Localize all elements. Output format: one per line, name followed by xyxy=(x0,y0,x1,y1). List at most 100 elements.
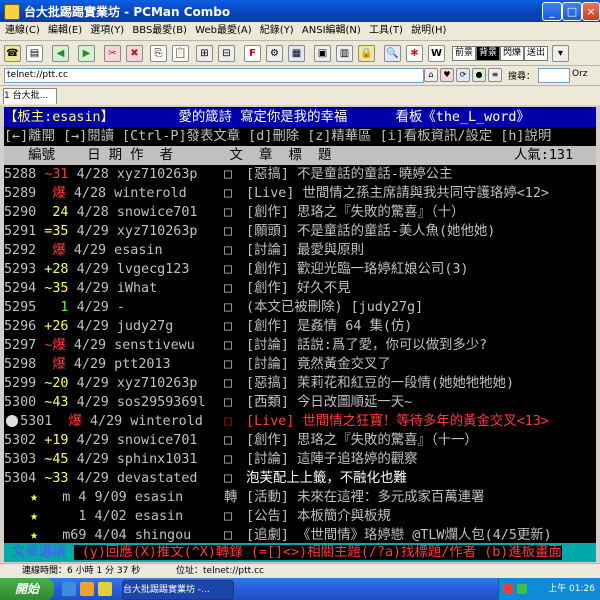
select-all-icon[interactable]: ⊞ xyxy=(196,45,213,62)
menu-ansi-edit[interactable]: ANSI編輯(N) xyxy=(302,22,361,40)
post-row-5294[interactable]: 5294 ~35 4/29 iWhat □ [創作] 好久不見 xyxy=(4,279,596,298)
connection-address: 位址：telnet://ptt.cc xyxy=(176,566,264,576)
stop-icon[interactable]: ✖ xyxy=(126,45,143,62)
board-name: 看板《the_L_word》 xyxy=(395,110,530,125)
flower-icon[interactable]: ✱ xyxy=(406,45,423,62)
post-row-5304[interactable]: 5304 ~33 4/29 devastated □ 泡芙配上上籤，不融化也難 xyxy=(4,469,596,488)
favorite-icon[interactable]: ♥ xyxy=(440,68,454,82)
disconnect-icon[interactable]: ✂ xyxy=(104,45,121,62)
grid-icon[interactable]: ▦ xyxy=(288,45,305,62)
forward-arrow-icon[interactable]: ▶ xyxy=(78,45,95,62)
footer-keys: (y)回應(X)推文(^X)轉錄 (=[]<>)相關主題(/?a)找標題/作者 … xyxy=(73,545,562,560)
back-arrow-icon[interactable]: ◀ xyxy=(52,45,69,62)
menu-tools[interactable]: 工具(T) xyxy=(369,22,403,40)
window-titlebar[interactable]: 台大批踢踢實業坊 - PCMan Combo _ □ × xyxy=(0,0,600,22)
board-moderator: 【板主:esasin】 xyxy=(4,110,114,125)
menu-list-icon[interactable]: ≡ xyxy=(488,68,502,82)
post-row-5302[interactable]: 5302 +19 4/29 snowice701 □ [創作] 思珞之『失敗的驚喜… xyxy=(4,431,596,450)
screen-icon[interactable]: ▣ xyxy=(314,45,331,62)
post-row-5301-selected[interactable]: 5301 爆 4/29 winterold □ [Live] 世間情之狂寶！等待多… xyxy=(4,412,596,431)
pinned-row-1[interactable]: ★ m 4 9/09 esasin 轉 [活動] 未來在這裡：多元成家百萬連署 xyxy=(4,488,596,507)
new-page-icon[interactable]: ▤ xyxy=(26,45,43,62)
background-color-button[interactable]: 背景 xyxy=(476,46,501,61)
post-row-5297[interactable]: 5297 ~爆 4/29 senstivewu □ [討論] 話說:爲了愛，你可以… xyxy=(4,336,596,355)
popularity-count: 人氣:131 xyxy=(514,148,574,163)
pinned-star-icon: ★ xyxy=(30,528,39,543)
ie-icon[interactable] xyxy=(62,582,76,596)
minimize-button[interactable]: _ xyxy=(542,2,562,21)
taskbar: 開始 台大批踢踢實業坊 -... 上午 01:26 xyxy=(0,578,600,600)
post-row-5298[interactable]: 5298 爆 4/29 ptt2013 □ [討論] 竟然黃金交叉了 xyxy=(4,355,596,374)
go-icon[interactable]: ● xyxy=(472,68,486,82)
folder-icon[interactable] xyxy=(98,582,112,596)
menu-connect[interactable]: 連線(C) xyxy=(5,22,40,40)
clock: 上午 01:26 xyxy=(548,584,595,594)
post-row-5290[interactable]: 5290 24 4/28 snowice701 □ [創作] 思珞之『失敗的驚喜』… xyxy=(4,203,596,222)
font-icon[interactable]: F xyxy=(244,45,261,62)
refresh-icon[interactable]: ⟳ xyxy=(456,68,470,82)
menubar: 連線(C) 編輯(E) 選項(Y) BBS最愛(B) Web最愛(A) 紀錄(Y… xyxy=(0,22,600,41)
post-row-5303[interactable]: 5303 ~45 4/29 sphinx1031 □ [討論] 這陣子追珞婷的觀察 xyxy=(4,450,596,469)
settings-gear-icon[interactable]: ⚙ xyxy=(266,45,283,62)
connection-time: 連線時間：6 小時 1 分 37 秒 xyxy=(22,566,141,576)
maximize-button[interactable]: □ xyxy=(562,2,582,21)
menu-bbs-favorites[interactable]: BBS最愛(B) xyxy=(132,22,187,40)
word-icon[interactable]: W xyxy=(428,45,445,62)
paste-icon[interactable]: 📋 xyxy=(172,45,189,62)
column-header: 編號 日 期 作 者 文 章 標 題 人氣:131 xyxy=(4,146,596,165)
search-icon[interactable]: 🔍 xyxy=(384,45,401,62)
foreground-color-button[interactable]: 前景 xyxy=(452,46,477,61)
connect-icon[interactable]: ☎ xyxy=(4,45,21,62)
tray-shield-icon[interactable] xyxy=(503,584,513,594)
log-icon[interactable]: ▥ xyxy=(336,45,353,62)
column-header-label: 編號 日 期 作 者 文 章 標 題 xyxy=(4,148,332,163)
send-button[interactable]: 送出 xyxy=(524,46,549,61)
post-row-5292[interactable]: 5292 爆 4/29 esasin □ [討論] 最愛與原則 xyxy=(4,241,596,260)
blink-checkbox[interactable]: 閃爍 xyxy=(500,46,525,61)
close-button[interactable]: × xyxy=(582,2,600,21)
window-title: 台大批踢踢實業坊 - PCMan Combo xyxy=(24,5,231,19)
firefox-icon[interactable] xyxy=(80,582,94,596)
post-row-5295[interactable]: 5295 1 4/29 - □ (本文已被刪除) [judy27g] xyxy=(4,298,596,317)
footer-bar: 文章選讀 (y)回應(X)推文(^X)轉錄 (=[]<>)相關主題(/?a)找標… xyxy=(4,543,596,562)
tab-bar: 1 台大批... xyxy=(0,86,600,105)
pinned-star-icon: ★ xyxy=(30,490,39,505)
start-button[interactable]: 開始 xyxy=(0,578,54,600)
help-line: [←]離開 [→]閱讀 [Ctrl-P]發表文章 [d]刪除 [z]精華區 [i… xyxy=(4,127,596,146)
pinned-star-icon: ★ xyxy=(30,509,39,524)
search-input[interactable] xyxy=(538,68,570,83)
tab-ptt[interactable]: 1 台大批... xyxy=(3,88,57,104)
copy-icon[interactable]: ⎘ xyxy=(150,45,167,62)
tray-network-icon[interactable] xyxy=(517,584,527,594)
post-row-5296[interactable]: 5296 +26 4/29 judy27g □ [創作] 是姦情 64 集(仿) xyxy=(4,317,596,336)
home-icon[interactable]: ⌂ xyxy=(424,68,438,82)
menu-log[interactable]: 紀錄(Y) xyxy=(260,22,294,40)
app-icon xyxy=(4,4,20,20)
address-input[interactable]: telnet://ptt.cc xyxy=(4,68,424,83)
board-header: 【板主:esasin】 愛的箴詩 寫定你是我的幸福 看板《the_L_word》 xyxy=(4,108,596,127)
search-label: 搜尋： xyxy=(508,72,536,82)
post-row-5291[interactable]: 5291 =35 4/29 xyz710263p □ [願頭] 不是童話的童話-美… xyxy=(4,222,596,241)
post-row-5300[interactable]: 5300 ~43 4/29 sos2959369l □ [西類] 今日改圖順延一天… xyxy=(4,393,596,412)
post-row-5288[interactable]: 5288 ~31 4/28 xyz710263p □ [惡搞] 不是童話的童話-曉… xyxy=(4,165,596,184)
taskbar-item-pcman[interactable]: 台大批踢踢實業坊 -... xyxy=(122,580,234,600)
lock-icon[interactable]: 🔒 xyxy=(358,45,375,62)
menu-web-favorites[interactable]: Web最愛(A) xyxy=(195,22,251,40)
post-row-5299[interactable]: 5299 ~20 4/29 xyz710263p □ [惡搞] 茉莉花和紅豆的一段… xyxy=(4,374,596,393)
board-slogan: 愛的箴詩 寫定你是我的幸福 xyxy=(178,110,348,125)
post-row-5293[interactable]: 5293 +28 4/29 lvgecg123 □ [創作] 歡迎光臨一珞婷紅娘公… xyxy=(4,260,596,279)
mode-label: 文章選讀 xyxy=(4,545,74,560)
help-text: [←]離開 [→]閱讀 [Ctrl-P]發表文章 [d]刪除 [z]精華區 [i… xyxy=(4,129,552,144)
bbs-terminal[interactable]: 【板主:esasin】 愛的箴詩 寫定你是我的幸福 看板《the_L_word》… xyxy=(4,107,596,562)
menu-options[interactable]: 選項(Y) xyxy=(90,22,124,40)
menu-help[interactable]: 說明(H) xyxy=(411,22,446,40)
menu-edit[interactable]: 編輯(E) xyxy=(48,22,82,40)
cursor-marker-icon xyxy=(6,415,18,427)
dropdown-chevron-icon[interactable]: ▾ xyxy=(552,45,569,62)
post-row-5289[interactable]: 5289 爆 4/28 winterold □ [Live] 世間情之孫主席請與我… xyxy=(4,184,596,203)
pinned-row-2[interactable]: ★ 1 4/02 esasin □ [公告] 本板簡介與板規 xyxy=(4,507,596,526)
system-tray: 上午 01:26 xyxy=(498,578,600,600)
clear-icon[interactable]: ⊟ xyxy=(218,45,235,62)
search-engine-select[interactable]: Orz xyxy=(572,69,588,79)
address-bar: telnet://ptt.cc ⌂ ♥ ⟳ ● ≡ 搜尋： Orz xyxy=(0,66,600,86)
